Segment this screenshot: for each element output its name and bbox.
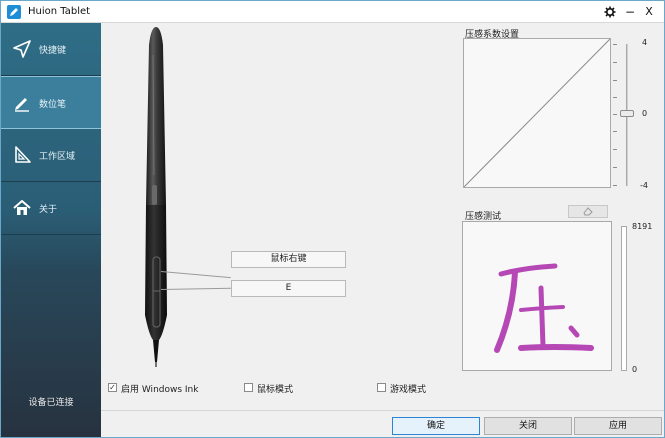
mouse-mode-checkbox[interactable] (244, 383, 253, 392)
pressure-level-bar (621, 226, 627, 371)
eraser-icon (583, 207, 593, 216)
pen-upper-button-field[interactable]: 鼠标右键 (231, 251, 346, 268)
curve-slider-min-label: -4 (640, 181, 648, 190)
slider-tick (613, 185, 617, 186)
sidebar-item-label: 数位笔 (39, 100, 67, 110)
triangle-ruler-icon (15, 146, 31, 163)
slider-tick (613, 114, 617, 115)
sidebar-item-label: 工作区域 (39, 152, 76, 162)
slider-tick (613, 97, 617, 98)
close-window-button[interactable]: X (641, 4, 657, 20)
windows-ink-checkbox[interactable]: ✓ (108, 383, 117, 392)
ok-button[interactable]: 确定 (392, 417, 480, 435)
pressure-min-label: 0 (632, 365, 638, 374)
game-mode-checkbox[interactable] (377, 383, 386, 392)
game-mode-label: 游戏模式 (390, 385, 427, 395)
sidebar-item-label: 快捷键 (39, 46, 67, 56)
pressure-curve-slider-thumb[interactable] (620, 110, 634, 117)
close-button[interactable]: 关闭 (484, 417, 572, 435)
curve-slider-mid-label: 0 (642, 109, 648, 118)
title-bar: Huion Tablet − X (1, 1, 664, 23)
pressure-curve-line (463, 38, 611, 188)
sidebar-item-work-area[interactable]: 工作区域 (1, 129, 101, 182)
pressure-curve-graph[interactable] (463, 38, 611, 188)
clear-test-button[interactable] (568, 205, 608, 218)
slider-tick (613, 80, 617, 81)
curve-slider-max-label: 4 (642, 38, 648, 47)
slider-tick (613, 149, 617, 150)
pressure-test-canvas[interactable] (462, 221, 612, 371)
slider-tick (613, 131, 617, 132)
slider-tick (613, 62, 617, 63)
slider-tick (613, 44, 617, 45)
action-bar: 确定 关闭 应用 (101, 410, 664, 437)
window-title: Huion Tablet (28, 6, 91, 17)
windows-ink-label: 启用 Windows Ink (121, 385, 199, 395)
huion-app-icon (7, 5, 21, 19)
sidebar-item-about[interactable]: 关于 (1, 182, 101, 235)
sidebar: 快捷键 数位笔 工作区域 关于 设备已连接 (1, 23, 101, 437)
device-status-text: 设备已连接 (28, 398, 74, 408)
handwriting-sample-character (494, 263, 594, 353)
stylus-pen-illustration (145, 27, 167, 367)
huion-tablet-window: Huion Tablet − X 快捷键 数位笔 工作区域 关于 设备已连接 鼠… (0, 0, 665, 438)
slider-tick (613, 167, 617, 168)
send-icon (13, 40, 31, 58)
pen-settings-panel: 鼠标右键 E ✓ 启用 Windows Ink 鼠标模式 游戏模式 压感系数设置… (101, 23, 664, 410)
mouse-mode-label: 鼠标模式 (257, 385, 294, 395)
minimize-button[interactable]: − (622, 4, 638, 20)
home-icon (13, 200, 31, 215)
pressure-max-label: 8191 (632, 222, 653, 231)
pen-icon (15, 98, 29, 112)
sidebar-item-shortcuts[interactable]: 快捷键 (1, 23, 101, 76)
apply-button[interactable]: 应用 (574, 417, 662, 435)
gear-icon[interactable] (602, 4, 618, 20)
sidebar-item-label: 关于 (39, 205, 58, 215)
sidebar-item-pen[interactable]: 数位笔 (1, 76, 101, 129)
pen-lower-button-field[interactable]: E (231, 280, 346, 297)
